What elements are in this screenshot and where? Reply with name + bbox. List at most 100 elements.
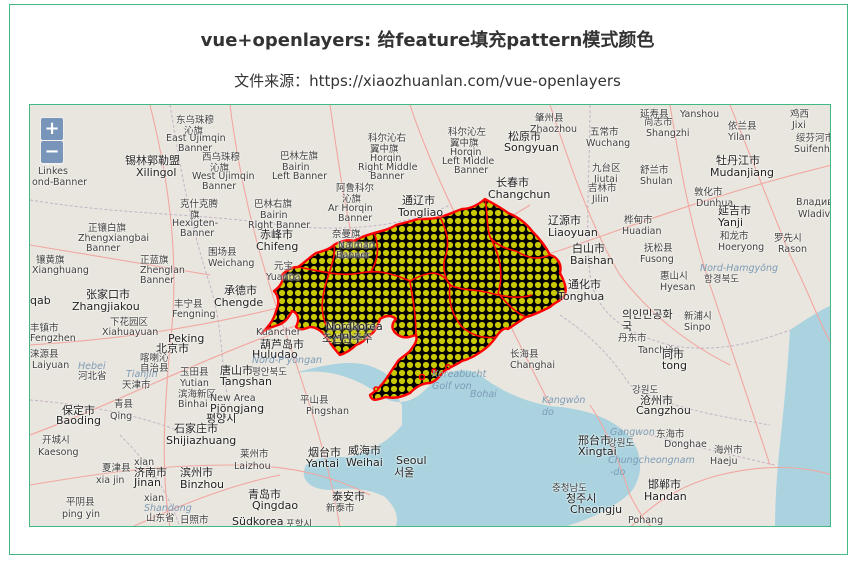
map-viewport[interactable]: 东乌珠穆 沁旗 East Ujimqin Banner 锡林郭勒盟 Xilingol 西乌珠… xyxy=(29,104,831,527)
map-place-label: Banner xyxy=(180,228,215,239)
map-place-label: Tonghua xyxy=(558,290,605,303)
map-place-label: Bohai xyxy=(470,389,497,400)
map-place-label: Xilingol xyxy=(136,166,177,179)
map-place-label: 鸡西 xyxy=(790,109,810,120)
map-place-label: Rason xyxy=(778,244,807,255)
map-place-label: Hoeryong xyxy=(718,242,765,253)
map-place-label: 山东省 xyxy=(146,513,175,524)
map-place-label: Kangwŏn xyxy=(542,395,586,406)
map-place-label: 포항시 xyxy=(286,519,313,527)
map-place-label: Fengzhen xyxy=(30,333,76,344)
map-place-label: 石家庄市 xyxy=(174,422,218,435)
map-place-label: 克什克腾 xyxy=(180,199,219,210)
map-place-label: Tianjin xyxy=(126,369,158,380)
map-place-label: Sinpo xyxy=(684,322,711,333)
map-place-label: Yanshou xyxy=(680,109,720,120)
map-place-label: 莱州市 xyxy=(240,449,269,460)
map-place-label: Nordkorea xyxy=(326,320,383,333)
map-place-label: ond-Banner xyxy=(32,177,88,188)
map-place-label: 西乌珠穆 xyxy=(202,152,241,163)
map-place-label: Qingdao xyxy=(252,499,299,512)
map-place-label: -do xyxy=(610,467,626,478)
map-place-label: 白山市 xyxy=(572,242,605,255)
map-place-label: 锡林郭勒盟 xyxy=(125,154,180,167)
zoom-out-button[interactable]: − xyxy=(41,141,63,163)
map-place-label: Xiahuayuan xyxy=(102,327,159,338)
map-place-label: Laiyuan xyxy=(32,360,70,371)
map-place-label: 威海市 xyxy=(348,444,381,457)
map-place-label: 开城시 xyxy=(42,435,70,446)
map-place-label: 泰安市 xyxy=(332,490,365,503)
map-place-label: 围场县 xyxy=(208,247,237,258)
page-title: vue+openlayers: 给feature填充pattern模式颜色 xyxy=(200,30,655,51)
source-link-text: 文件来源：https://xiaozhuanlan.com/vue-openla… xyxy=(234,72,621,90)
map-place-label: 의인민공화 xyxy=(622,308,673,321)
map-place-label: Changhai xyxy=(510,360,556,371)
map-place-label: Huadian xyxy=(622,226,662,237)
map-place-label: 科尔沁左 xyxy=(448,127,487,138)
map-place-label: 青县 xyxy=(114,399,134,410)
map-place-label: Pohang xyxy=(628,515,664,526)
map-place-label: Koreabucht xyxy=(432,369,487,380)
map-place-label: Hyesan xyxy=(660,282,696,293)
map-place-label: 辽源市 xyxy=(548,214,581,227)
map-place-label: Chungcheongnam xyxy=(608,455,695,466)
map-place-label: Shangzhi xyxy=(646,128,690,139)
map-place-label: Tongliao xyxy=(398,206,444,219)
map-place-label: Changchun xyxy=(488,188,551,201)
map-place-label: Qing xyxy=(110,411,133,422)
map-place-label: Shulan xyxy=(640,176,673,187)
map-place-label: ping yin xyxy=(62,509,101,520)
map-place-label: Binzhou xyxy=(180,478,225,491)
map-place-label: 平山县 xyxy=(300,395,329,406)
map-place-label: Fusong xyxy=(640,254,674,265)
map-place-label: Left Banner xyxy=(272,171,328,182)
map-place-label: Владив xyxy=(796,197,831,208)
map-place-label: 邯郸市 xyxy=(648,478,681,491)
map-place-label: Jilin xyxy=(592,194,609,205)
map-place-label: 长春市 xyxy=(496,176,529,189)
map-place-label: Cheongju xyxy=(570,503,623,516)
map-place-label: Haeju xyxy=(710,456,738,467)
map-place-label: 阿鲁科尔 xyxy=(336,183,375,194)
map-place-label: 平阴县 xyxy=(66,497,95,508)
map-place-label: 绥芬河市 xyxy=(796,133,831,144)
map-place-label: Banner xyxy=(370,171,405,182)
map-place-label: Banner xyxy=(202,181,237,192)
map-place-label: Banner xyxy=(454,165,489,176)
map-place-label: Xianghuang xyxy=(32,265,89,276)
map-place-label: 夏津县 xyxy=(102,463,131,474)
map-place-label: Chengde xyxy=(214,296,264,309)
zoom-in-button[interactable]: + xyxy=(41,118,63,140)
map-place-label: qab xyxy=(30,294,51,307)
map-place-label: Banner xyxy=(86,243,121,254)
map-place-label: 함경북도 xyxy=(704,274,739,285)
map-place-label: Binhai xyxy=(178,399,208,410)
map-place-label: Wladiv xyxy=(798,209,831,220)
map-place-label: 张家口市 xyxy=(86,288,130,301)
map-place-label: Yantai xyxy=(306,457,340,470)
map-place-label: Seoul xyxy=(396,454,427,467)
map-place-label: Laizhou xyxy=(234,461,271,472)
map-place-label: Linkes xyxy=(38,166,68,177)
map-place-label: Songyuan xyxy=(504,141,559,154)
map-place-label: Weihai xyxy=(346,456,383,469)
map-place-label: Banner xyxy=(338,213,373,224)
map-place-label: 丹东市 xyxy=(618,333,647,344)
map-place-label: 舒兰市 xyxy=(640,165,669,176)
map-place-label: 抚松县 xyxy=(644,243,673,254)
map-place-label: 日照市 xyxy=(180,515,209,526)
map-place-label: Cangzhou xyxy=(636,404,691,417)
map-place-label: Mudanjiang xyxy=(710,166,774,179)
map-place-label: 延吉市 xyxy=(718,204,751,217)
map-place-label: Suifenhe xyxy=(794,144,830,155)
map-place-label: 科尔沁右 xyxy=(368,133,407,144)
map-place-label: 承德市 xyxy=(224,284,257,297)
map-place-label: 九台区 xyxy=(592,163,621,174)
map-place-label: 依兰县 xyxy=(728,121,757,132)
map-place-label: 东乌珠穆 xyxy=(176,115,215,126)
map-place-label: Kaesong xyxy=(38,447,79,458)
zoom-control: + − xyxy=(40,117,64,165)
map-place-label: 通辽市 xyxy=(402,194,435,207)
map-place-label: 서울 xyxy=(394,466,415,479)
